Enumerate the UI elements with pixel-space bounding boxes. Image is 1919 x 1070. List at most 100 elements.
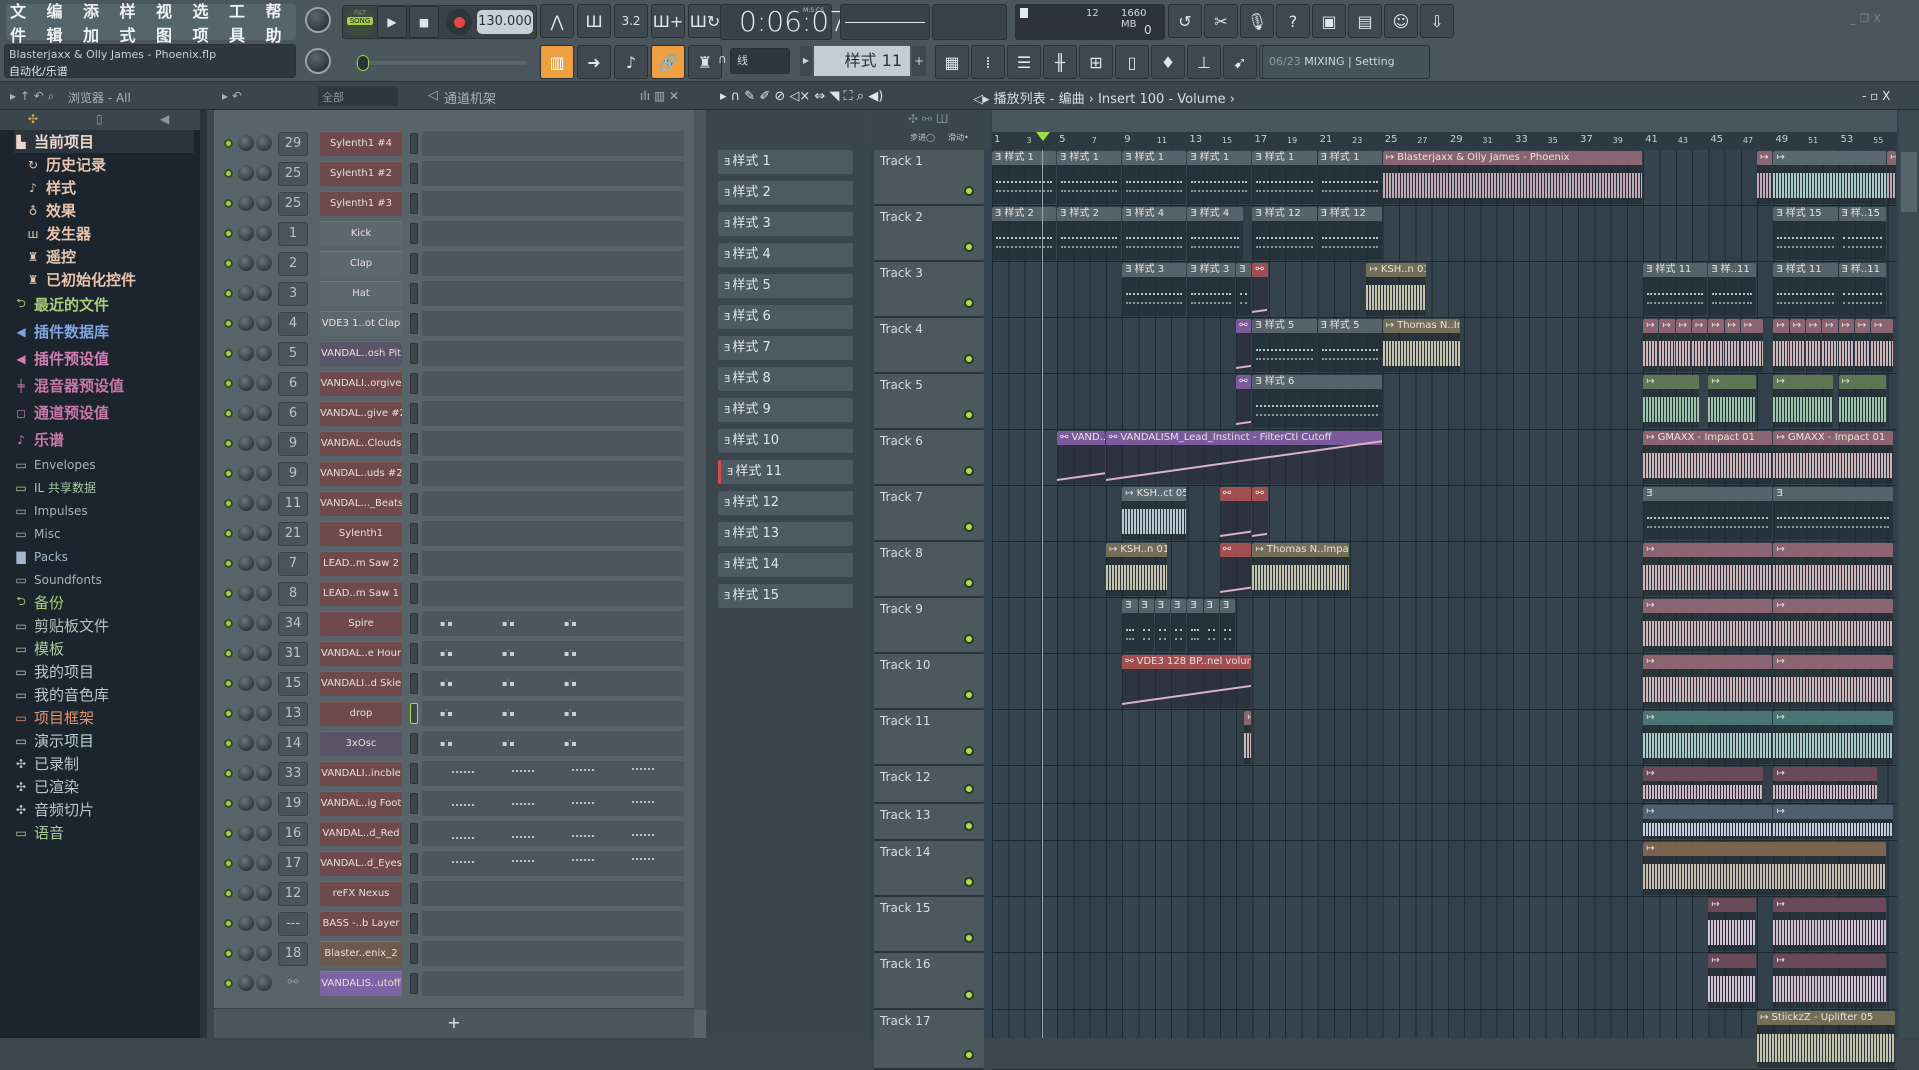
track-mute-led[interactable] bbox=[964, 466, 974, 476]
audio-clip[interactable]: ↦ bbox=[1708, 319, 1724, 372]
channel-row[interactable]: ⚯ VANDALIS..utoff bbox=[214, 971, 694, 997]
auto-clip[interactable]: ⚯ bbox=[1252, 263, 1268, 316]
mixer-icon[interactable]: ╫ bbox=[1043, 45, 1077, 79]
channel-mute-led[interactable] bbox=[224, 739, 233, 748]
pattern-item[interactable]: Ǝ 样式 7 bbox=[718, 336, 853, 360]
channel-select[interactable] bbox=[410, 733, 418, 754]
browser-item[interactable]: ▭ Misc bbox=[14, 522, 60, 545]
pattern-clip[interactable]: Ǝ bbox=[1171, 599, 1187, 652]
channel-mixer-track[interactable]: 3 bbox=[278, 282, 308, 306]
channel-pan-knob[interactable] bbox=[238, 345, 254, 361]
track-mute-led[interactable] bbox=[964, 522, 974, 532]
audio-clip[interactable]: ↦ bbox=[1773, 375, 1833, 428]
channel-pan-knob[interactable] bbox=[238, 585, 254, 601]
channel-mute-led[interactable] bbox=[224, 979, 233, 988]
channel-row[interactable]: 6 VANDALI..orgive bbox=[214, 371, 694, 397]
audio-clip[interactable]: ↦ KSH..n 01 bbox=[1366, 263, 1426, 316]
track-mute-led[interactable] bbox=[964, 186, 974, 196]
channel-steps[interactable] bbox=[422, 491, 684, 516]
playhead-marker[interactable] bbox=[1036, 132, 1051, 141]
channel-row[interactable]: 25 Sylenth1 #3 bbox=[214, 191, 694, 217]
channel-pan-knob[interactable] bbox=[238, 405, 254, 421]
track-header[interactable]: Track 17 bbox=[874, 1010, 984, 1070]
pattern-clip[interactable]: Ǝ 样式 5 bbox=[1317, 319, 1382, 372]
channel-volume-knob[interactable] bbox=[256, 495, 272, 511]
channel-volume-knob[interactable] bbox=[256, 765, 272, 781]
channel-row[interactable]: 13 drop ▪˙▪ ▪˙▪ ▪˙▪ bbox=[214, 701, 694, 727]
channel-steps[interactable] bbox=[422, 521, 684, 546]
channel-name-button[interactable]: Sylenth1 #4 bbox=[320, 131, 402, 156]
track-mute-led[interactable] bbox=[964, 634, 974, 644]
metronome-icon[interactable]: ⋀ bbox=[540, 4, 574, 38]
audio-clip[interactable]: ↦ bbox=[1871, 319, 1893, 372]
stop-button[interactable]: ■ bbox=[409, 6, 439, 38]
audio-clip[interactable]: ↦ bbox=[1708, 898, 1757, 951]
channel-mixer-track[interactable]: 19 bbox=[278, 792, 308, 816]
pattern-clip[interactable]: Ǝ 样式 1 bbox=[1057, 151, 1122, 204]
channel-row[interactable]: 11 VANDAL..._Beats bbox=[214, 491, 694, 517]
pattern-clip[interactable]: Ǝ bbox=[1122, 599, 1138, 652]
slider-handle[interactable] bbox=[357, 55, 369, 71]
channel-pan-knob[interactable] bbox=[238, 435, 254, 451]
channel-mute-led[interactable] bbox=[224, 319, 233, 328]
channel-mixer-track[interactable]: 25 bbox=[278, 192, 308, 216]
channel-steps[interactable] bbox=[422, 431, 684, 456]
channel-mixer-track[interactable]: 4 bbox=[278, 312, 308, 336]
channel-row[interactable]: 2 Clap bbox=[214, 251, 694, 277]
browser-item[interactable]: ♪ 样式 bbox=[26, 176, 76, 199]
channel-name-button[interactable]: BASS -..b Layer bbox=[320, 911, 402, 936]
audio-clip[interactable]: ↦ bbox=[1675, 319, 1692, 372]
channel-select[interactable] bbox=[410, 523, 418, 544]
browser-files-icon[interactable]: ▯ bbox=[96, 112, 103, 126]
browser-plugins-icon[interactable]: ◀ bbox=[160, 112, 169, 126]
track-mute-led[interactable] bbox=[964, 298, 974, 308]
master-volume-knob[interactable] bbox=[305, 7, 331, 33]
channel-mute-led[interactable] bbox=[224, 439, 233, 448]
channel-steps[interactable] bbox=[422, 161, 684, 186]
channel-mixer-track[interactable]: 18 bbox=[278, 942, 308, 966]
channel-mixer-track[interactable]: 16 bbox=[278, 822, 308, 846]
channel-mixer-track[interactable]: 15 bbox=[278, 672, 308, 696]
track-header[interactable]: Track 4 bbox=[874, 318, 984, 374]
pattern-clip[interactable]: Ǝ bbox=[1236, 263, 1252, 316]
channel-select[interactable] bbox=[410, 583, 418, 604]
channel-volume-knob[interactable] bbox=[256, 225, 272, 241]
playlist-overview-scrollbar[interactable] bbox=[992, 110, 1897, 132]
channel-volume-knob[interactable] bbox=[256, 525, 272, 541]
note-entry-icon[interactable]: ♪ bbox=[614, 45, 648, 79]
channel-row[interactable]: 17 VANDAL..d_Eyes bbox=[214, 851, 694, 877]
channel-row[interactable]: 33 VANDALI..incble bbox=[214, 761, 694, 787]
slide-toggle[interactable]: 滑动• bbox=[948, 132, 969, 143]
pattern-item[interactable]: Ǝ 样式 1 bbox=[718, 150, 853, 174]
track-header[interactable]: Track 14 bbox=[874, 841, 984, 897]
menu-item[interactable]: 文件 bbox=[10, 0, 41, 46]
hint-bar[interactable]: 06/23 MIXING | Setting Levels › bbox=[1262, 45, 1430, 100]
channel-steps[interactable] bbox=[422, 401, 684, 426]
audio-clip[interactable]: ↦ bbox=[1757, 151, 1773, 204]
channel-mixer-track[interactable]: 2 bbox=[278, 252, 308, 276]
audio-clip[interactable]: ↦ bbox=[1822, 319, 1838, 372]
channel-pan-knob[interactable] bbox=[238, 645, 254, 661]
step-edit-icon[interactable]: Ш+ bbox=[651, 4, 685, 38]
audio-clip[interactable]: ↦ bbox=[1643, 767, 1763, 802]
auto-clip[interactable]: ⚯ bbox=[1219, 543, 1252, 596]
audio-clip[interactable]: ↦ KSH..n 01 bbox=[1105, 543, 1167, 596]
channel-mute-led[interactable] bbox=[224, 829, 233, 838]
pattern-item[interactable]: Ǝ 样式 5 bbox=[718, 274, 853, 298]
channel-name-button[interactable]: VANDAL..e Hour bbox=[320, 641, 402, 666]
channel-name-button[interactable]: Sylenth1 #2 bbox=[320, 161, 402, 186]
browser-item[interactable]: ▭ 剪贴板文件 bbox=[14, 614, 109, 637]
channel-select[interactable] bbox=[410, 853, 418, 874]
audio-clip[interactable]: ↦ GMAXX - Impact 01 bbox=[1643, 431, 1773, 484]
channel-volume-knob[interactable] bbox=[256, 825, 272, 841]
channel-name-button[interactable]: Spire bbox=[320, 611, 402, 636]
pattern-clip[interactable]: Ǝ bbox=[1643, 487, 1773, 540]
channel-pan-knob[interactable] bbox=[238, 855, 254, 871]
channel-mute-led[interactable] bbox=[224, 709, 233, 718]
channel-select[interactable] bbox=[410, 673, 418, 694]
export-audio-icon[interactable]: ▤ bbox=[1348, 4, 1382, 38]
pattern-clip[interactable]: Ǝ 样式 12 bbox=[1252, 207, 1317, 260]
track-header[interactable]: Track 10 bbox=[874, 654, 984, 710]
channel-mute-led[interactable] bbox=[224, 229, 233, 238]
channel-pan-knob[interactable] bbox=[238, 975, 254, 991]
